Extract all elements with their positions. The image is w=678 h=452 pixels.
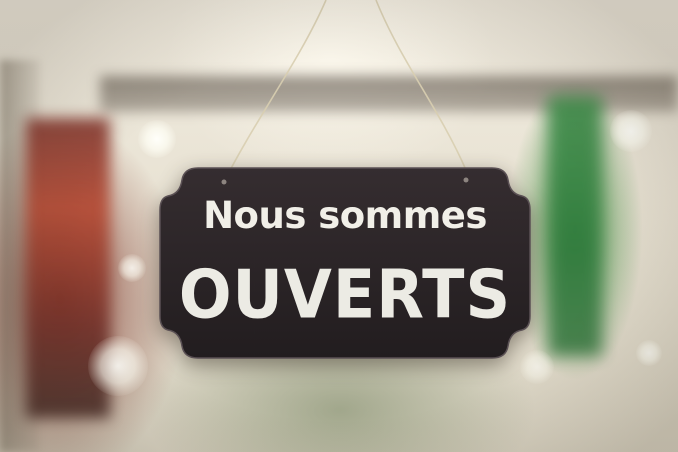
sign-text-line-1: Nous sommes: [203, 194, 487, 237]
shop-window-scene: Nous sommes OUVERTS: [0, 0, 678, 452]
sign-text-line-2: OUVERTS: [178, 255, 512, 334]
open-sign: Nous sommes OUVERTS: [158, 166, 532, 360]
